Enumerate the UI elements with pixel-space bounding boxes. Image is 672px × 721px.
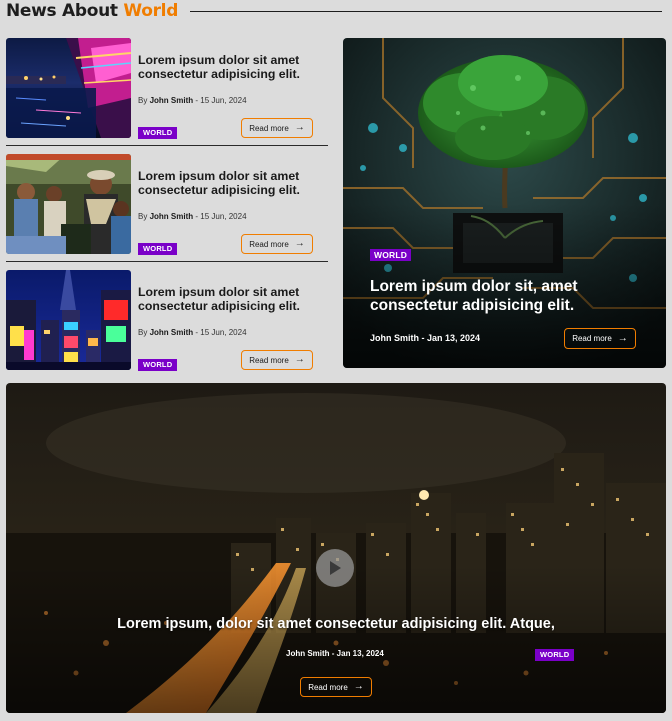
article-meta: By John Smith - 15 Jun, 2024 (138, 328, 247, 337)
section-title: News About World (6, 1, 178, 21)
arrow-right-icon: → (294, 122, 305, 133)
featured-article-card[interactable]: WORLD Lorem ipsum dolor sit, amet consec… (343, 38, 666, 368)
night-city-boat-image (6, 38, 131, 138)
article-body: Lorem ipsum dolor sit amet consectetur a… (131, 38, 328, 139)
video-article-meta: John Smith - Jan 13, 2024 (286, 649, 384, 658)
article-author[interactable]: John Smith (150, 96, 194, 105)
times-square-image (6, 270, 131, 370)
tree-on-circuit-board-image (343, 38, 666, 368)
category-badge[interactable]: WORLD (138, 243, 178, 255)
article-by: By (138, 212, 148, 221)
read-more-button[interactable]: Read more → (241, 350, 313, 370)
video-article-title[interactable]: Lorem ipsum, dolor sit amet consectetur … (6, 616, 666, 632)
read-more-label: Read more (249, 239, 289, 249)
read-more-label: Read more (249, 355, 289, 365)
read-more-button[interactable]: Read more → (241, 118, 313, 138)
article-author[interactable]: John Smith (150, 212, 194, 221)
article-thumbnail[interactable] (6, 154, 131, 254)
read-more-button[interactable]: Read more → (564, 328, 636, 349)
article-date: - 15 Jun, 2024 (195, 96, 247, 105)
section-title-accent: World (123, 1, 179, 21)
section-header: News About World (6, 0, 662, 22)
read-more-button[interactable]: Read more → (300, 677, 372, 697)
article-by: By (138, 328, 148, 337)
arrow-right-icon: → (617, 332, 628, 344)
article-title[interactable]: Lorem ipsum dolor sit amet consectetur a… (138, 285, 318, 313)
article-date: - 15 Jun, 2024 (195, 212, 247, 221)
article-date: - 15 Jun, 2024 (195, 328, 247, 337)
article-thumbnail[interactable] (6, 38, 131, 138)
read-more-label: Read more (572, 334, 612, 343)
video-article-card[interactable]: Lorem ipsum, dolor sit amet consectetur … (6, 383, 666, 713)
article-meta: By John Smith - 15 Jun, 2024 (138, 212, 247, 221)
read-more-button[interactable]: Read more → (241, 234, 313, 254)
category-badge[interactable]: WORLD (138, 359, 178, 371)
category-badge[interactable]: WORLD (535, 649, 575, 661)
play-button[interactable] (316, 549, 354, 587)
header-rule (190, 10, 662, 12)
arrow-right-icon: → (294, 354, 305, 365)
article-list: Lorem ipsum dolor sit amet consectetur a… (6, 38, 328, 371)
card-divider (6, 261, 328, 262)
article-author[interactable]: John Smith (150, 328, 194, 337)
article-card[interactable]: Lorem ipsum dolor sit amet consectetur a… (6, 270, 328, 371)
article-by: By (138, 96, 148, 105)
category-badge[interactable]: WORLD (138, 127, 178, 139)
category-badge[interactable]: WORLD (370, 249, 412, 261)
article-title[interactable]: Lorem ipsum dolor sit amet consectetur a… (138, 53, 318, 81)
article-card[interactable]: Lorem ipsum dolor sit amet consectetur a… (6, 154, 328, 262)
article-meta: By John Smith - 15 Jun, 2024 (138, 96, 247, 105)
featured-article-title[interactable]: Lorem ipsum dolor sit, amet consectetur … (370, 277, 630, 315)
article-thumbnail[interactable] (6, 270, 131, 370)
arrow-right-icon: → (294, 238, 305, 249)
city-night-skyline-image (6, 383, 666, 713)
section-title-prefix: News About (6, 1, 118, 21)
article-title[interactable]: Lorem ipsum dolor sit amet consectetur a… (138, 169, 318, 197)
read-more-label: Read more (249, 123, 289, 133)
article-card[interactable]: Lorem ipsum dolor sit amet consectetur a… (6, 38, 328, 146)
card-divider (6, 145, 328, 146)
read-more-label: Read more (308, 682, 348, 692)
play-icon (330, 561, 341, 575)
article-body: Lorem ipsum dolor sit amet consectetur a… (131, 154, 328, 255)
article-body: Lorem ipsum dolor sit amet consectetur a… (131, 270, 328, 371)
arrow-right-icon: → (353, 681, 364, 692)
people-gathering-image (6, 154, 131, 254)
featured-article-meta: John Smith - Jan 13, 2024 (370, 333, 481, 343)
